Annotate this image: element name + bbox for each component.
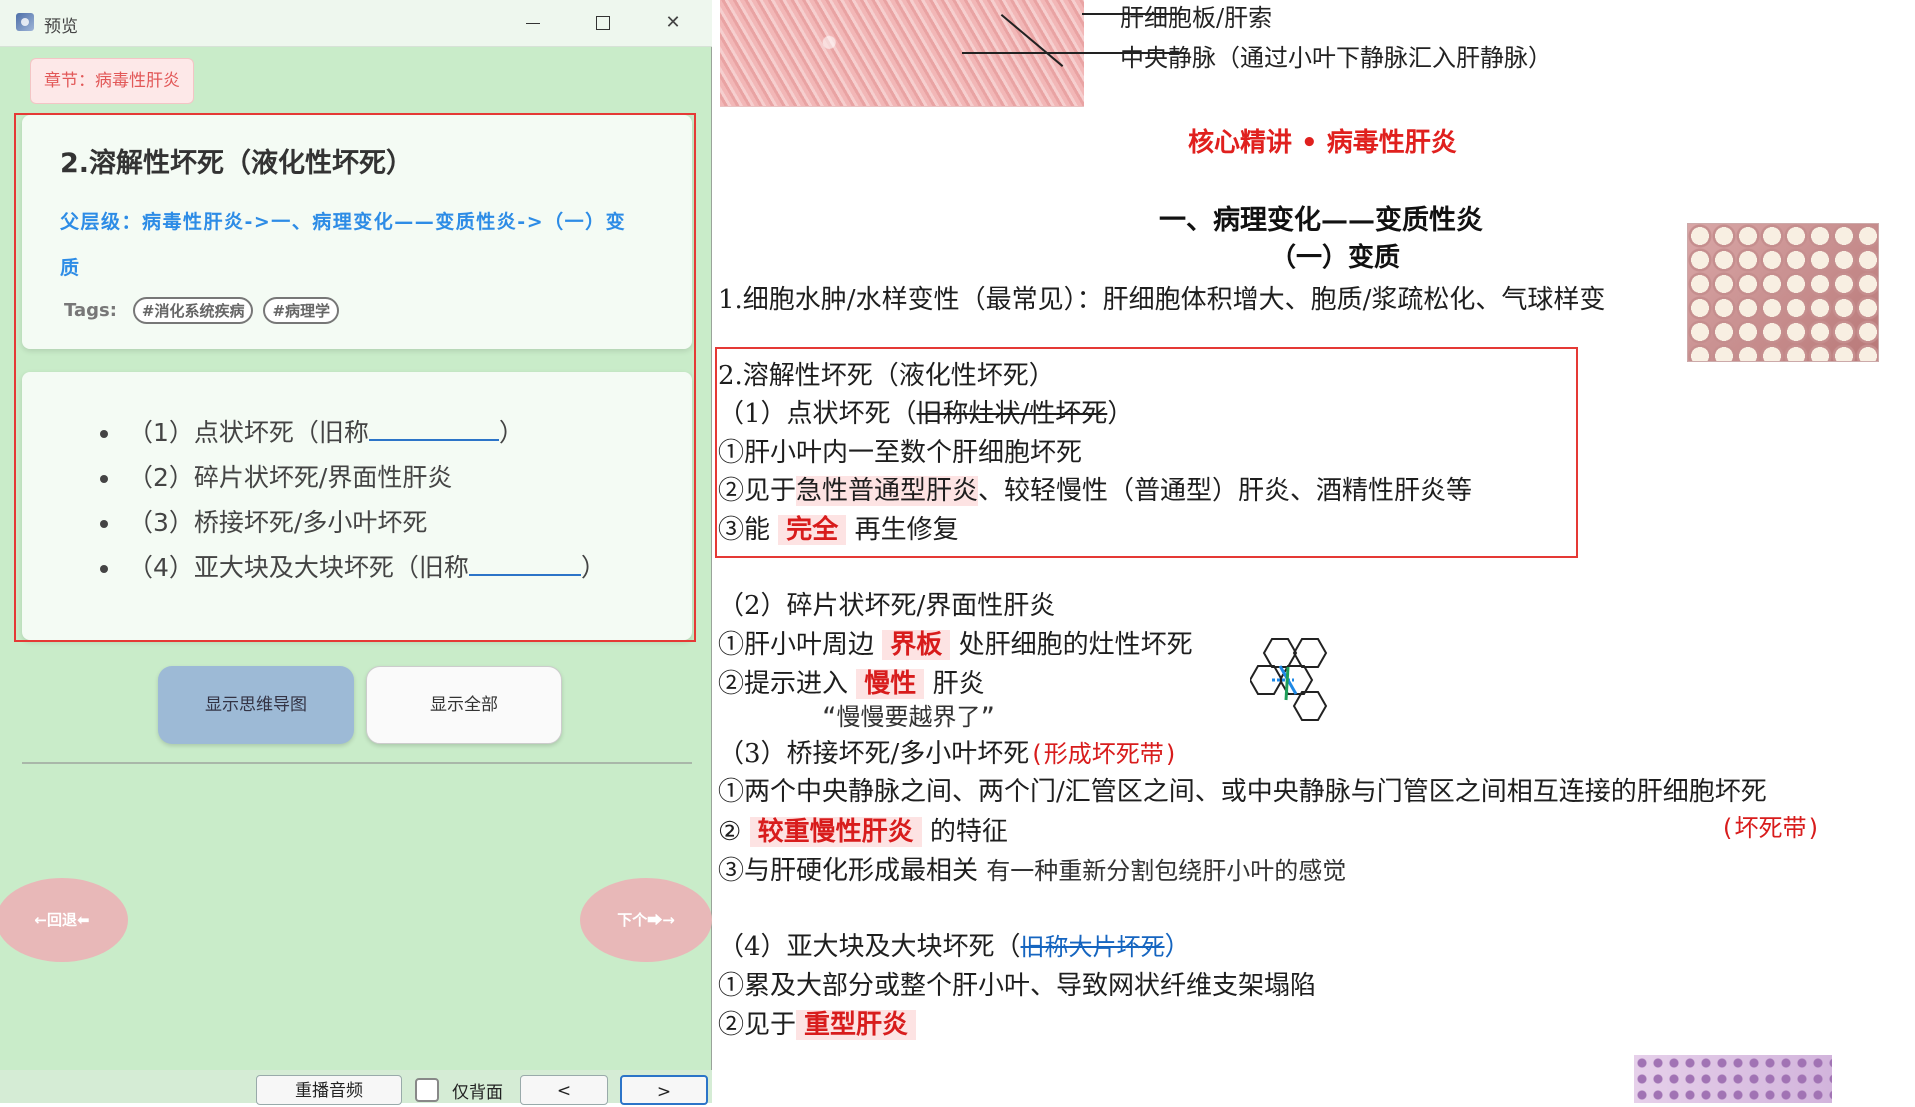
highlight-text: 完全 — [778, 515, 847, 545]
strikethrough-text: 旧称大片坏死 — [1020, 933, 1165, 961]
back-only-label: 仅背面 — [452, 1083, 503, 1103]
maximize-button[interactable] — [582, 6, 624, 40]
text-span: 、较轻慢性（普通型）肝炎、酒精性肝炎等 — [978, 476, 1473, 506]
chapter-tag: 章节：病毒性肝炎 — [30, 58, 194, 104]
text-span: ①肝小叶周边 — [718, 630, 875, 660]
text-span: （1）点状坏死（ — [718, 399, 917, 429]
highlight-text: 重型肝炎 — [796, 1010, 917, 1040]
doc-line: ②见于急性普通型肝炎、较轻慢性（普通型）肝炎、酒精性肝炎等 — [718, 470, 1472, 507]
hexagon-lobule-icon — [1250, 638, 1328, 721]
doc-line: ③与肝硬化形成最相关 有一种重新分割包绕肝小叶的感觉 — [718, 850, 1346, 887]
handwritten-note: (形成坏死带) — [1029, 740, 1179, 768]
app-icon — [16, 13, 34, 31]
histology-image — [1634, 1055, 1832, 1103]
handwritten-note: 有一种重新分割包绕肝小叶的感觉 — [986, 857, 1347, 885]
window-title: 预览 — [44, 17, 78, 37]
show-all-button[interactable]: 显示全部 — [366, 666, 562, 744]
doc-line: ①肝小叶内一至数个肝细胞坏死 — [718, 438, 1083, 468]
highlight-text: 较重慢性肝炎 — [749, 817, 922, 847]
text-span: 处肝细胞的灶性坏死 — [958, 630, 1193, 660]
doc-line: ②见于 重型肝炎 — [718, 1004, 917, 1041]
text-span: ②见于 — [718, 1010, 797, 1040]
replay-audio-button[interactable]: 重播音频 — [256, 1075, 402, 1105]
text-span: （3）桥接坏死/多小叶坏死 — [718, 739, 1030, 769]
section-heading-red: 核心精讲 • 病毒性肝炎 — [1188, 128, 1457, 158]
minimize-icon — [526, 22, 540, 24]
label-hepatic-plate: 肝细胞板/肝索 — [1120, 4, 1273, 32]
maximize-icon — [596, 16, 610, 30]
title-bar: 预览 ✕ — [0, 0, 712, 47]
doc-line: ②提示进入 慢性 肝炎 — [718, 663, 985, 700]
doc-line: ①两个中央静脉之间、两个门/汇管区之间、或中央静脉与门管区之间相互连接的肝细胞坏… — [718, 777, 1767, 807]
text-span: ②见于 — [718, 476, 797, 506]
show-mindmap-button[interactable]: 显示思维导图 — [158, 666, 354, 744]
text-span: ③与肝硬化形成最相关 — [718, 856, 979, 886]
liver-histology-image — [720, 0, 1084, 107]
next-button[interactable]: 下个⮕→ — [580, 878, 712, 962]
doc-line: ①肝小叶周边 界板 处肝细胞的灶性坏死 — [718, 624, 1193, 661]
text-span: （4）亚大块及大块坏死（ — [718, 932, 1021, 962]
highlight-text: 界板 — [882, 630, 951, 660]
text-span: ② — [718, 817, 742, 847]
preview-window: 预览 ✕ 章节：病毒性肝炎 2.溶解性坏死（液化性坏死） 父层级：病毒性肝炎->… — [0, 0, 712, 1105]
handwritten-note: “慢慢要越界了” — [822, 703, 995, 731]
doc-line: 2.溶解性坏死（液化性坏死） — [718, 361, 1055, 391]
highlight-text: 慢性 — [856, 669, 925, 699]
doc-line: ①累及大部分或整个肝小叶、导致网状纤维支架塌陷 — [718, 971, 1317, 1001]
label-central-vein: 中央静脉（通过小叶下静脉汇入肝静脉） — [1120, 44, 1552, 72]
divider — [22, 762, 692, 764]
ballooning-histology-image — [1687, 223, 1879, 362]
minimize-button[interactable] — [512, 6, 554, 40]
doc-line: （2）碎片状坏死/界面性肝炎 — [718, 591, 1056, 621]
sub-heading: （一）变质 — [1270, 243, 1401, 273]
close-button[interactable]: ✕ — [652, 6, 694, 40]
text-span: 再生修复 — [854, 515, 959, 545]
section-heading: 一、病理变化——变质性炎 — [1159, 205, 1483, 236]
text-span: ） — [1107, 399, 1134, 429]
handwritten-note: (坏死带) — [1720, 814, 1821, 842]
highlight-frame — [14, 113, 696, 642]
strikethrough-text: 旧称灶状/性坏死 — [916, 399, 1108, 429]
highlight-text: 急性普通型肝炎 — [796, 476, 979, 506]
prev-card-button[interactable]: < — [520, 1075, 608, 1105]
doc-line: 1.细胞水肿/水样变性（最常见）：肝细胞体积增大、胞质/浆疏松化、气球样变 — [718, 285, 1606, 315]
text-span: ②提示进入 — [718, 669, 849, 699]
next-card-button[interactable]: > — [620, 1075, 708, 1105]
notes-document: 肝细胞板/肝索 中央静脉（通过小叶下静脉汇入肝静脉） 核心精讲 • 病毒性肝炎 … — [712, 0, 1915, 1103]
doc-line: ③能 完全 再生修复 — [718, 509, 959, 546]
close-icon: ✕ — [665, 12, 681, 33]
doc-line: （3）桥接坏死/多小叶坏死(形成坏死带) — [718, 733, 1178, 770]
text-span: 肝炎 — [932, 669, 985, 699]
text-span: ） — [1164, 932, 1191, 962]
doc-line: （4）亚大块及大块坏死（旧称大片坏死） — [718, 926, 1191, 963]
back-button[interactable]: ←回退⬅ — [0, 878, 128, 962]
doc-line: ② 较重慢性肝炎 的特征 — [718, 811, 1008, 848]
back-only-checkbox[interactable] — [415, 1078, 439, 1102]
text-span: ③能 — [718, 515, 771, 545]
doc-line: （1）点状坏死（旧称灶状/性坏死） — [718, 393, 1133, 430]
text-span: 的特征 — [929, 817, 1008, 847]
